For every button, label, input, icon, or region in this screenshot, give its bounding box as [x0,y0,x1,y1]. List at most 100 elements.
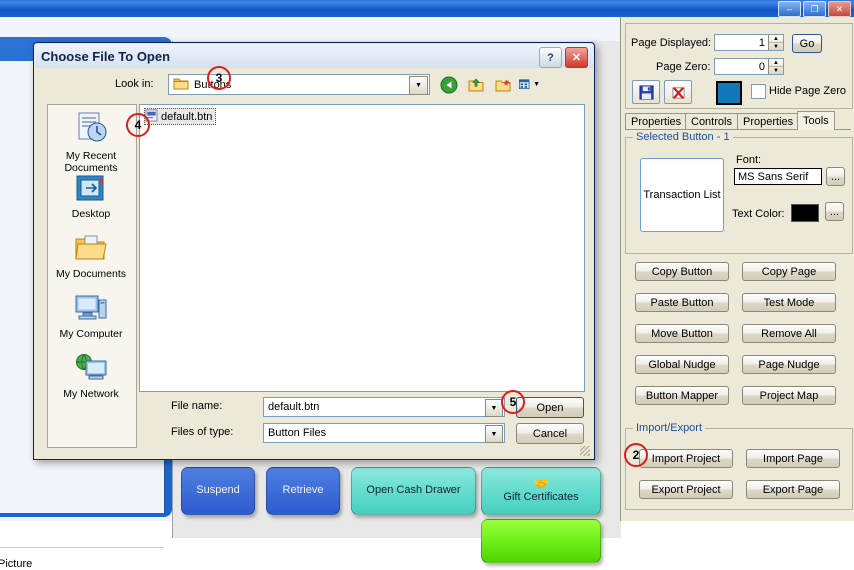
places-bar[interactable]: My Recent Documents Desktop My Documents… [47,104,137,448]
handshake-icon: 🤝 [533,477,549,492]
up-one-level-icon[interactable] [465,74,486,95]
place-label: Desktop [71,208,111,221]
page-zero-value: 0 [758,60,765,73]
font-browse-button[interactable]: ... [826,167,845,186]
remove-all-button[interactable]: Remove All [742,324,836,343]
open-button[interactable]: Open [516,397,584,418]
go-button[interactable]: Go [792,34,822,53]
file-name-input[interactable]: default.btn ▼ [263,397,505,417]
resize-grip[interactable] [580,446,590,456]
chevron-down-icon[interactable]: ▼ [533,81,540,88]
page-controls-group: Page Displayed: 1 ▲ ▼ Go Page Zero: 0 ▲ … [625,23,853,109]
paste-button-button[interactable]: Paste Button [635,293,729,312]
page-zero-stepper[interactable]: 0 ▲ ▼ [714,58,784,75]
hide-page-zero-checkbox[interactable] [751,84,766,99]
place-desktop[interactable]: Desktop [48,173,134,220]
page-displayed-stepper[interactable]: 1 ▲ ▼ [714,34,784,51]
text-color-label: Text Color: [732,208,785,220]
annotation-4: 4 [126,113,150,137]
file-list[interactable]: default.btn [139,104,585,392]
spin-up-icon[interactable]: ▲ [769,59,783,67]
spin-up-icon[interactable]: ▲ [769,35,783,43]
move-button-button[interactable]: Move Button [635,324,729,343]
minimize-icon[interactable]: – [778,1,801,17]
folder-icon [173,77,189,93]
place-label: My Recent Documents [64,150,118,175]
spin-down-icon[interactable]: ▼ [769,43,783,50]
export-page-button[interactable]: Export Page [746,480,840,499]
place-my-network[interactable]: My Network [48,353,134,400]
place-label: My Computer [59,328,123,341]
chevron-down-icon[interactable]: ▼ [485,425,503,443]
tools-panel: Page Displayed: 1 ▲ ▼ Go Page Zero: 0 ▲ … [620,17,854,521]
recent-documents-icon [73,111,109,148]
close-icon[interactable]: ✕ [565,47,588,68]
pos-button-green[interactable] [481,519,601,563]
page-displayed-value: 1 [758,36,765,49]
pos-button-gift-certificates[interactable]: 🤝 Gift Certificates [481,467,601,515]
button-mapper-button[interactable]: Button Mapper [635,386,729,405]
my-computer-icon [74,293,108,326]
pos-button-retrieve[interactable]: Retrieve [266,467,340,515]
left-pane-divider [0,547,164,548]
help-icon[interactable]: ? [539,47,562,68]
dialog-titlebar[interactable]: Choose File To Open ? ✕ [35,44,593,68]
tab-tools[interactable]: Tools [797,111,835,130]
my-network-icon [74,353,108,386]
save-button[interactable] [632,80,660,104]
selected-button-preview[interactable]: Transaction List [640,158,724,232]
project-map-button[interactable]: Project Map [742,386,836,405]
files-of-type-label: Files of type: [171,426,234,438]
text-color-swatch[interactable] [791,204,819,222]
place-my-computer[interactable]: My Computer [48,293,134,340]
close-icon[interactable]: ✕ [828,1,851,17]
tab-controls[interactable]: Controls [685,113,738,130]
main-window-controls[interactable]: – ❐ ✕ [778,1,851,17]
font-field[interactable]: MS Sans Serif [734,168,822,185]
copy-page-button[interactable]: Copy Page [742,262,836,281]
cancel-button[interactable]: Cancel [516,423,584,444]
back-icon[interactable] [438,74,459,95]
page-color-swatch[interactable] [716,81,742,105]
page-nudge-button[interactable]: Page Nudge [742,355,836,374]
spin-down-icon[interactable]: ▼ [769,67,783,74]
font-label: Font: [736,154,762,166]
pos-button-open-cash-drawer[interactable]: Open Cash Drawer [351,467,476,515]
new-folder-icon[interactable] [492,74,513,95]
tab-properties-1[interactable]: Properties [625,113,688,130]
test-mode-button[interactable]: Test Mode [742,293,836,312]
file-list-item[interactable]: default.btn [144,108,217,125]
page-displayed-spin-arrows[interactable]: ▲ ▼ [768,35,783,50]
global-nudge-button[interactable]: Global Nudge [635,355,729,374]
maximize-icon[interactable]: ❐ [803,1,826,17]
tab-properties-2[interactable]: Properties [737,113,800,130]
views-icon[interactable]: ▼ [519,74,540,95]
red-x-delete-icon [671,86,685,99]
picture-label: Picture [0,558,33,570]
my-documents-icon [73,233,109,266]
delete-button[interactable] [664,80,692,104]
file-name-label: File name: [171,400,223,412]
import-project-button[interactable]: Import Project [639,449,733,468]
selected-button-group-title: Selected Button - 1 [633,131,733,143]
place-label: My Network [63,388,119,401]
place-my-documents[interactable]: My Documents [48,233,134,280]
annotation-5: 5 [501,390,525,414]
files-of-type-select[interactable]: Button Files ▼ [263,423,505,443]
main-window-titlebar: – ❐ ✕ [0,0,854,18]
export-project-button[interactable]: Export Project [639,480,733,499]
look-in-label: Look in: [115,78,154,90]
panel-tabs[interactable]: Properties Controls Properties Tools [625,111,851,130]
import-page-button[interactable]: Import Page [746,449,840,468]
floppy-disk-icon [638,84,654,100]
dialog-toolbar[interactable]: ▼ [438,74,540,95]
place-my-recent-documents[interactable]: My Recent Documents [48,111,134,174]
page-zero-label: Page Zero: [656,61,711,73]
dialog-title-buttons[interactable]: ? ✕ [539,47,588,68]
page-zero-spin-arrows[interactable]: ▲ ▼ [768,59,783,74]
text-color-browse-button[interactable]: ... [825,202,844,221]
pos-button-gift-certificates-label: Gift Certificates [503,491,579,504]
pos-button-suspend[interactable]: Suspend [181,467,255,515]
chevron-down-icon[interactable]: ▼ [409,76,428,95]
copy-button-button[interactable]: Copy Button [635,262,729,281]
